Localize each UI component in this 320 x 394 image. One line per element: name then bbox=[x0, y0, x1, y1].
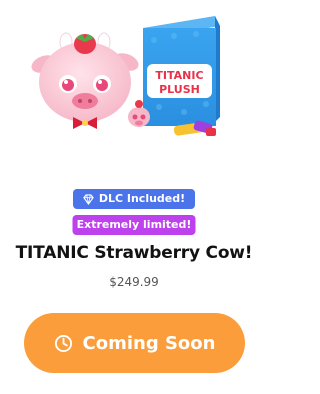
product-card: TITANIC PLUSH DLC Included! Extremely li… bbox=[0, 0, 268, 394]
product-image[interactable]: TITANIC PLUSH bbox=[24, 12, 246, 142]
box-logo: TITANIC PLUSH bbox=[147, 64, 212, 98]
diamond-icon bbox=[83, 193, 94, 205]
coming-soon-label: Coming Soon bbox=[82, 332, 216, 354]
dlc-badge: DLC Included! bbox=[73, 189, 195, 209]
product-title[interactable]: TITANIC Strawberry Cow! bbox=[0, 243, 268, 263]
limited-badge: Extremely limited! bbox=[72, 215, 196, 235]
dlc-badge-label: DLC Included! bbox=[98, 192, 186, 205]
svg-text:PLUSH: PLUSH bbox=[159, 83, 200, 96]
svg-text:TITANIC: TITANIC bbox=[155, 69, 203, 82]
cow-plush bbox=[31, 32, 139, 129]
clock-icon bbox=[54, 334, 72, 352]
coming-soon-button[interactable]: Coming Soon bbox=[24, 313, 245, 373]
product-price: $249.99 bbox=[109, 275, 159, 289]
limited-badge-label: Extremely limited! bbox=[76, 218, 192, 231]
